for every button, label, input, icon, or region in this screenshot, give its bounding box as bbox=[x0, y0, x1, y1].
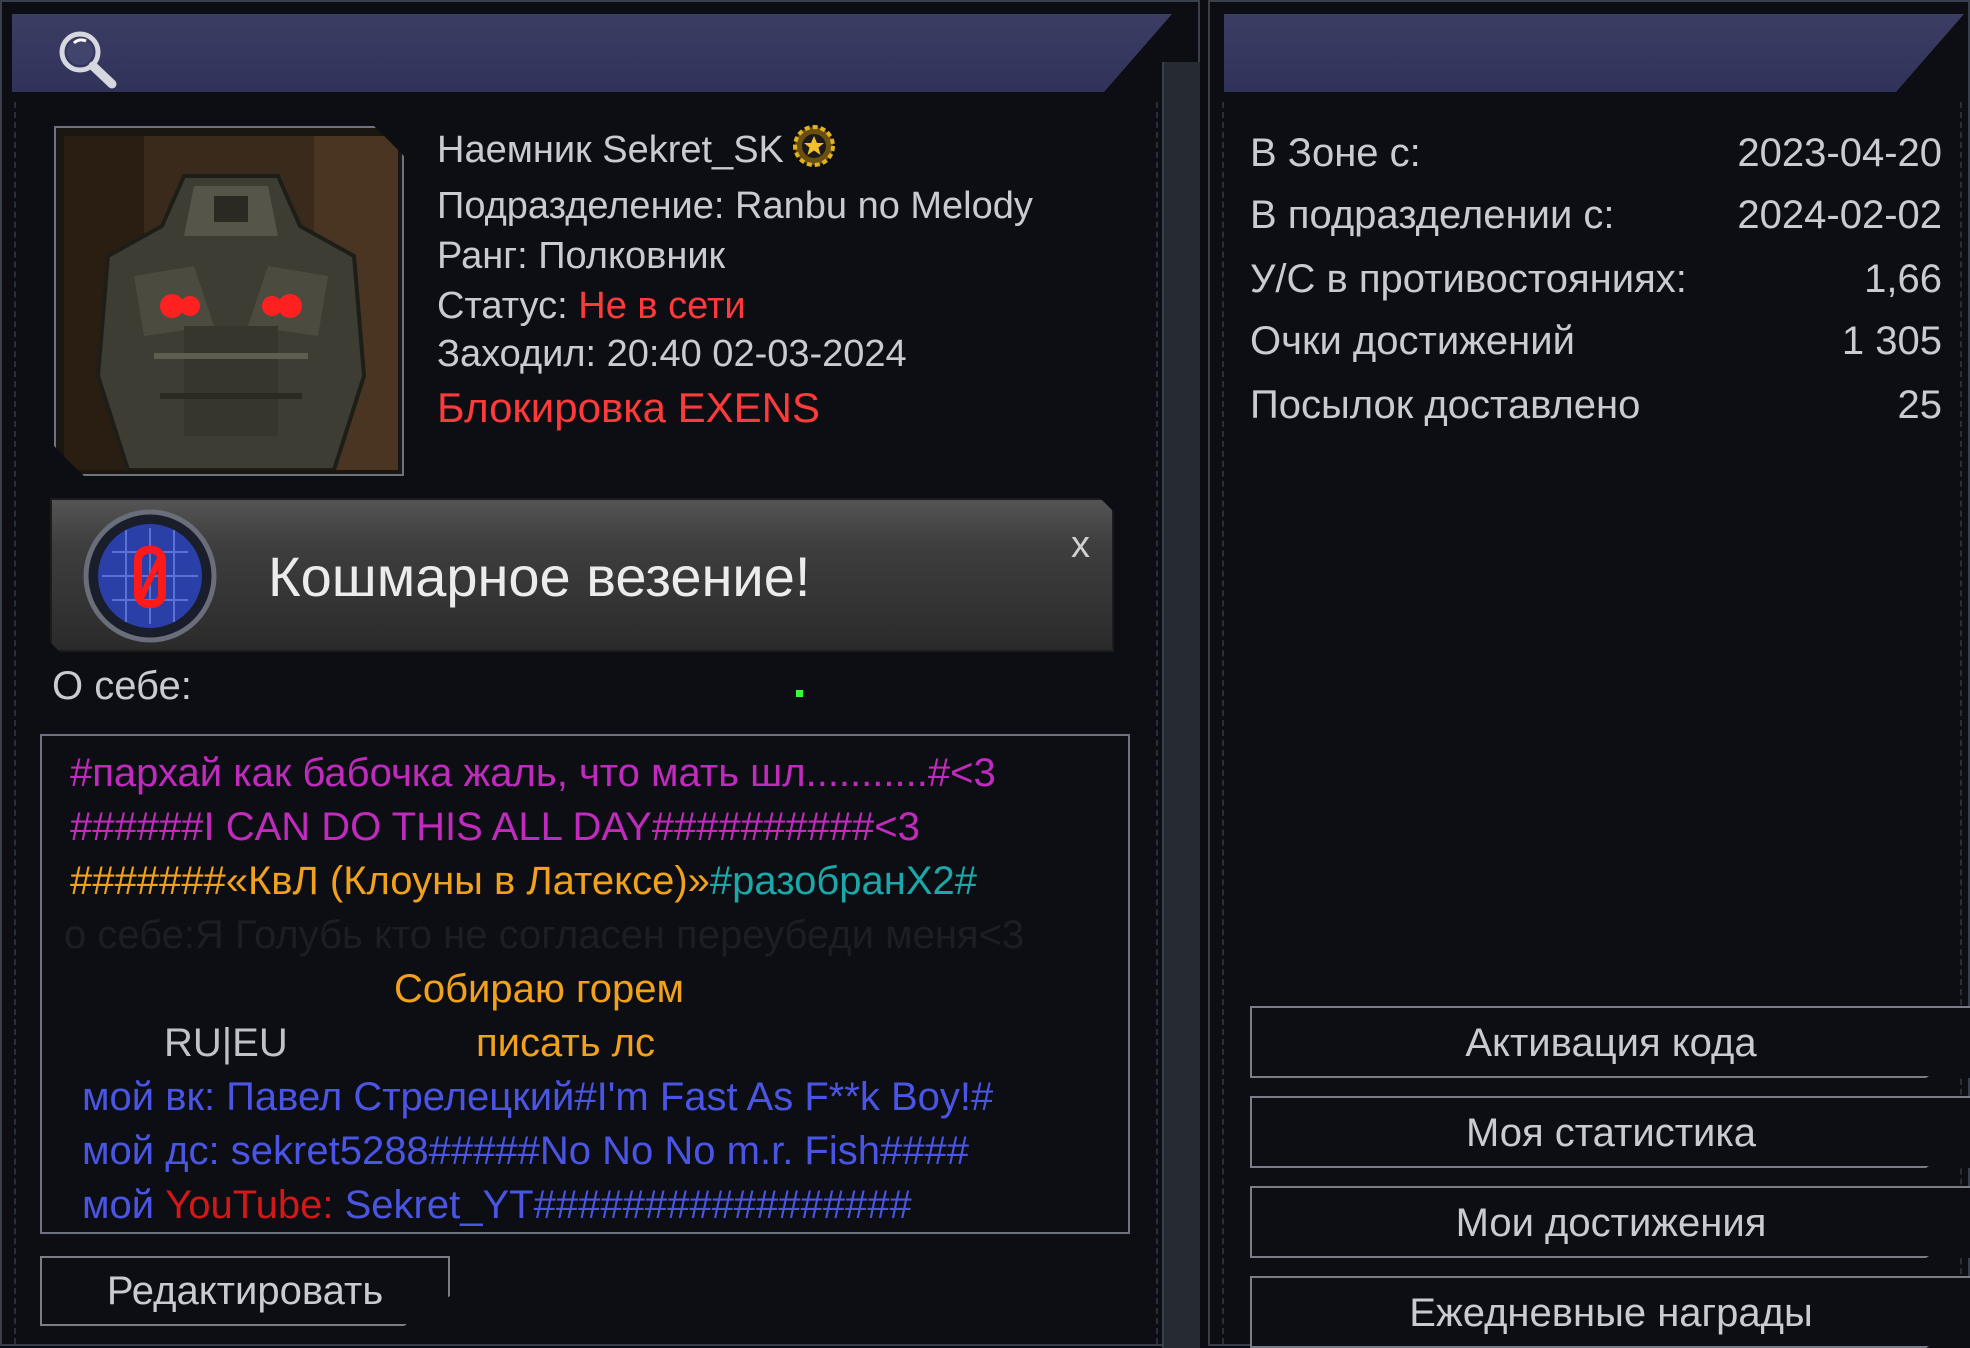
online-dot bbox=[796, 690, 803, 697]
division-link[interactable]: Ranbu no Melody bbox=[735, 185, 1033, 227]
stat-parcels-delivered: Посылок доставлено 25 bbox=[1250, 383, 1942, 427]
about-line: Собираю горем bbox=[394, 967, 684, 1011]
about-line: ######I CAN DO THIS ALL DAY##########<3 bbox=[70, 805, 920, 849]
about-line: #пархай как бабочка жаль, что мать шл...… bbox=[70, 751, 996, 795]
my-achievements-button[interactable]: Мои достижения bbox=[1250, 1186, 1970, 1258]
daily-rewards-button[interactable]: Ежедневные награды bbox=[1250, 1276, 1970, 1348]
player-name: Наемник Sekret_SK bbox=[437, 124, 836, 174]
stat-kd-ratio: У/С в противостояниях: 1,66 bbox=[1250, 257, 1942, 301]
stats-panel: В Зоне с: 2023-04-20 В подразделении с: 20… bbox=[1208, 0, 1970, 1348]
my-stats-button[interactable]: Моя статистика bbox=[1250, 1096, 1970, 1168]
achievement-medal-icon bbox=[82, 508, 218, 644]
status-offline: Не в сети bbox=[578, 285, 746, 327]
activate-code-button[interactable]: Активация кода bbox=[1250, 1006, 1970, 1078]
about-line: писать лс bbox=[476, 1021, 655, 1065]
player-name-text: Наемник Sekret_SK bbox=[437, 129, 784, 171]
stat-zone-since: В Зоне с: 2023-04-20 bbox=[1250, 131, 1942, 175]
rank-line: Ранг: Полковник bbox=[437, 235, 726, 277]
status-line: Статус: Не в сети bbox=[437, 285, 746, 327]
about-line: #######«КвЛ (Клоуны в Латексе)»#разобран… bbox=[70, 859, 977, 903]
achievement-banner: Кошмарное везение! x bbox=[50, 498, 1114, 652]
about-label: О себе: bbox=[52, 664, 192, 708]
division-line: Подразделение: Ranbu no Melody bbox=[437, 185, 1033, 227]
stats-header-bar bbox=[1224, 14, 1964, 92]
rank-star-badge-icon bbox=[792, 125, 835, 167]
exoskeleton-figure-icon bbox=[64, 136, 398, 470]
profile-panel: Наемник Sekret_SK Подразделение: Ranbu n… bbox=[0, 0, 1200, 1348]
about-line: мой дс: sekret5288#####No No No m.r. Fis… bbox=[82, 1129, 969, 1173]
achievement-close-button[interactable]: x bbox=[1071, 524, 1090, 567]
edit-button[interactable]: Редактировать bbox=[40, 1256, 450, 1326]
scrollbar[interactable] bbox=[1162, 62, 1200, 1348]
last-seen-line: Заходил: 20:40 02-03-2024 bbox=[437, 333, 907, 375]
about-text-box: #пархай как бабочка жаль, что мать шл...… bbox=[40, 734, 1130, 1234]
about-line: мой вк: Павел Стрелецкий#I'm Fast As F**… bbox=[82, 1075, 994, 1119]
about-line: мой YouTube: Sekret_YT################# bbox=[82, 1183, 912, 1227]
search-icon[interactable] bbox=[52, 26, 124, 90]
about-line: RU|EU bbox=[164, 1021, 288, 1065]
block-notice: Блокировка EXENS bbox=[437, 384, 821, 431]
stat-achievement-points: Очки достижений 1 305 bbox=[1250, 319, 1942, 363]
avatar-image bbox=[64, 136, 394, 466]
profile-header-bar bbox=[12, 14, 1172, 92]
about-line: о себе:Я Голубь кто не согласен переубед… bbox=[64, 913, 1025, 957]
achievement-title: Кошмарное везение! bbox=[268, 545, 811, 608]
avatar bbox=[54, 126, 404, 476]
stat-division-since: В подразделении с: 2024-02-02 bbox=[1250, 193, 1942, 237]
